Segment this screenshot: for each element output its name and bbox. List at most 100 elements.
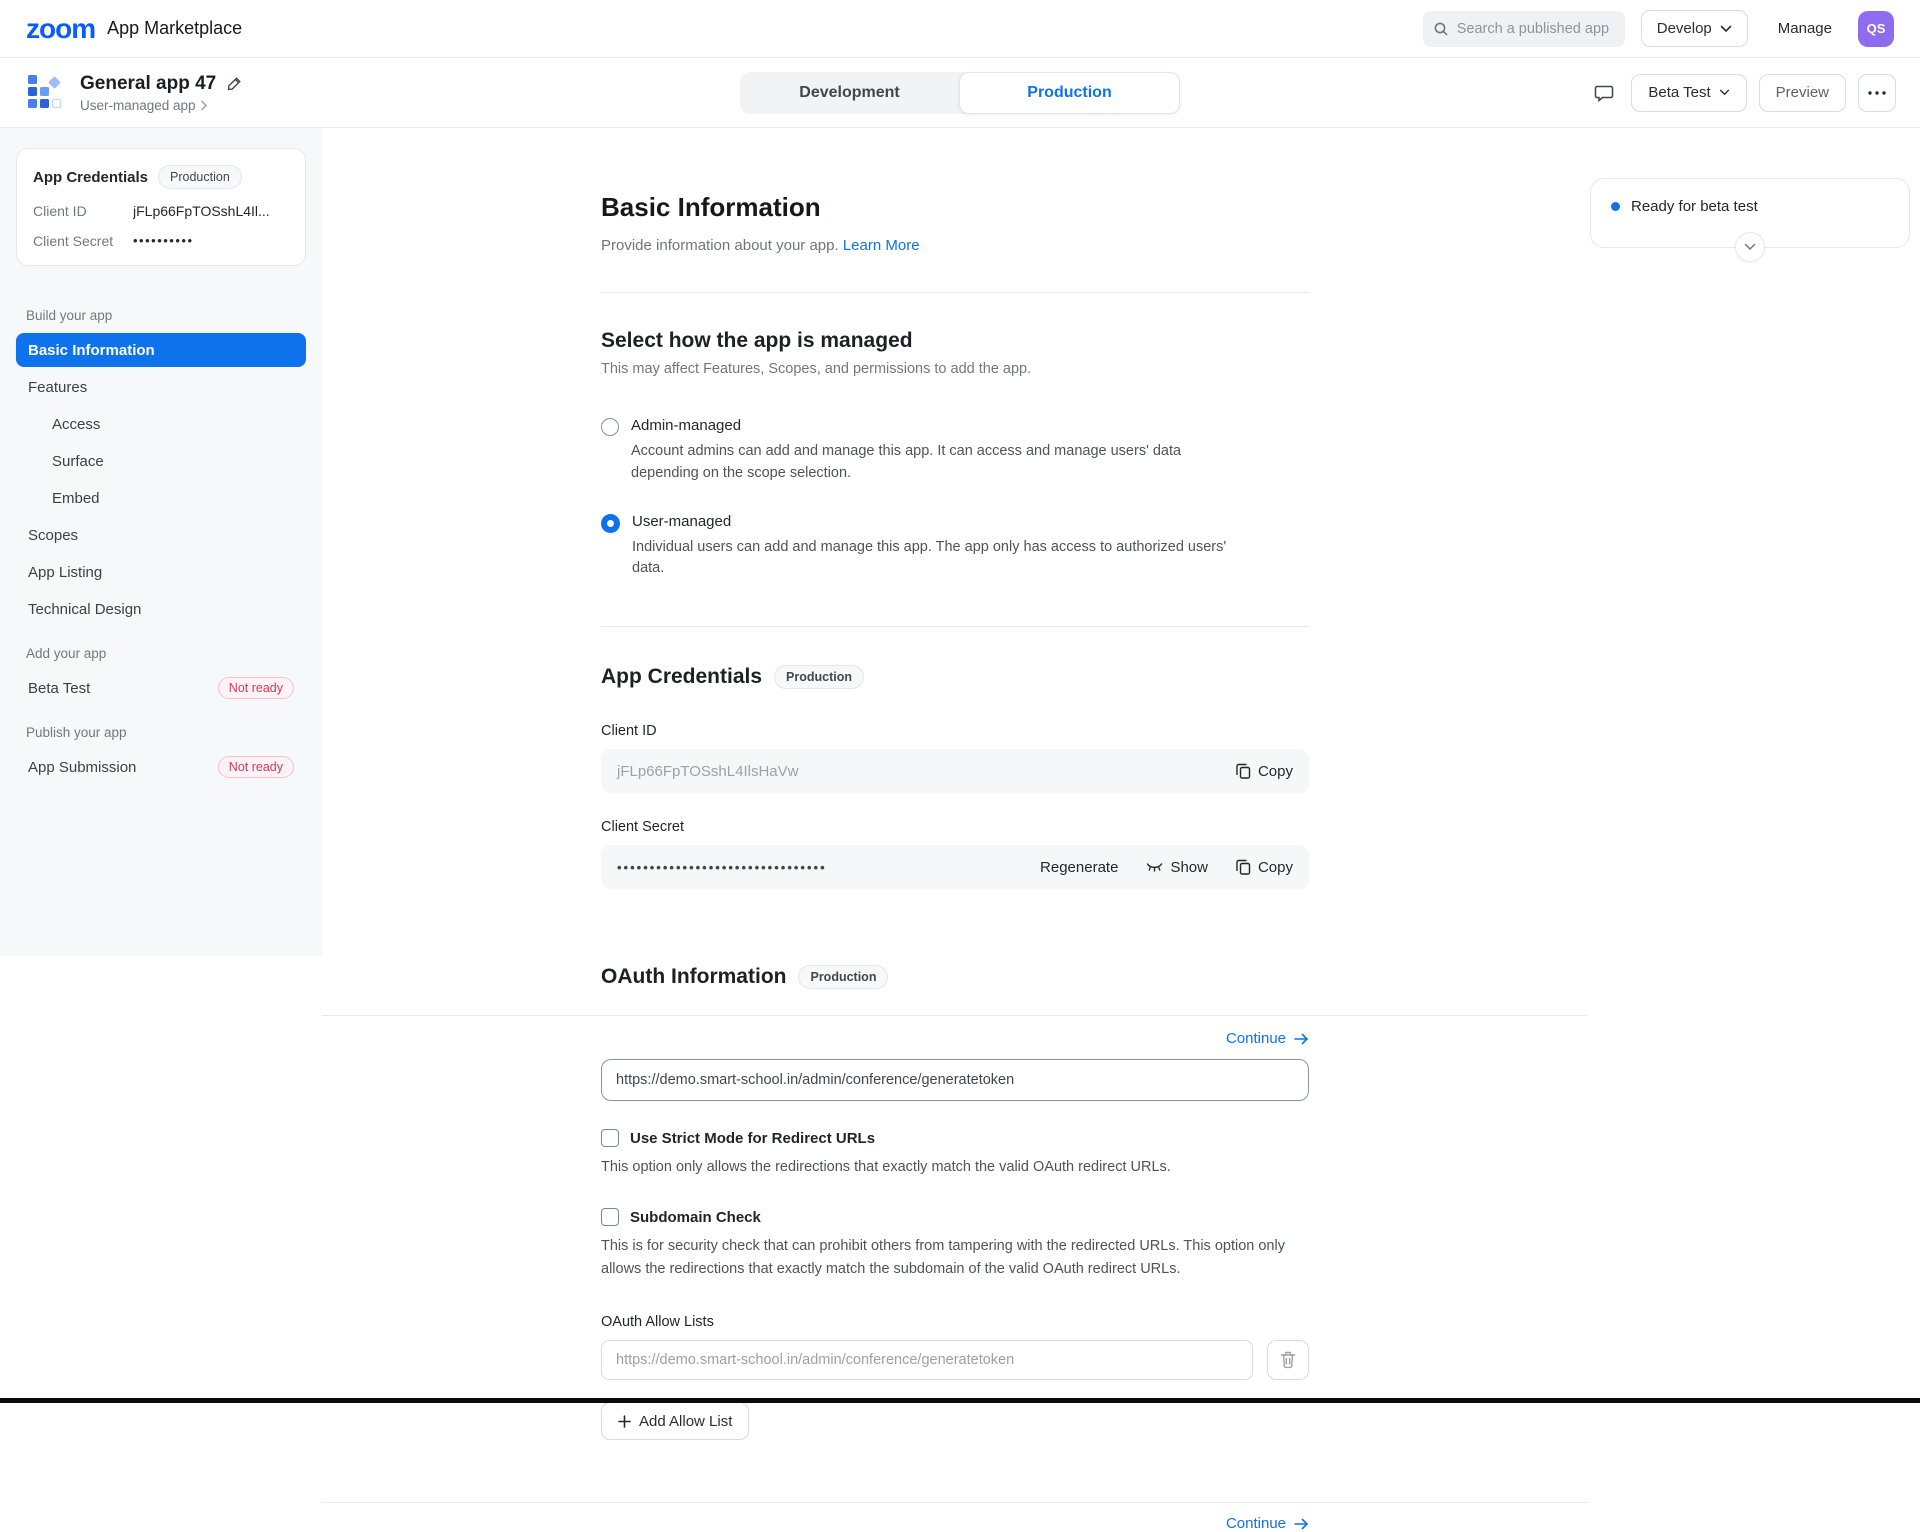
sidebar-client-secret-label: Client Secret xyxy=(33,233,133,249)
app-identity: General app 47 User-managed app xyxy=(24,72,243,114)
manage-link[interactable]: Manage xyxy=(1778,20,1832,37)
divider-full-width xyxy=(322,1502,1588,1503)
subdomain-checkbox[interactable] xyxy=(601,1208,619,1226)
trash-icon xyxy=(1280,1351,1296,1369)
strict-mode-row: Use Strict Mode for Redirect URLs xyxy=(601,1129,1309,1147)
arrow-right-icon xyxy=(1294,1518,1309,1530)
user-managed-option: User-managed Individual users can add an… xyxy=(601,513,1309,581)
sidebar-item-technical-design[interactable]: Technical Design xyxy=(16,592,306,626)
divider-full-width xyxy=(322,1015,1588,1016)
app-header-bar: General app 47 User-managed app Developm… xyxy=(0,58,1920,128)
delete-allow-list-button[interactable] xyxy=(1267,1340,1309,1380)
section-add-your-app: Add your app xyxy=(26,646,296,661)
credentials-production-badge: Production xyxy=(774,665,864,689)
user-managed-desc: Individual users can add and manage this… xyxy=(632,537,1252,581)
subdomain-label: Subdomain Check xyxy=(630,1209,761,1226)
oauth-production-badge: Production xyxy=(798,965,888,989)
managed-section-subtitle: This may affect Features, Scopes, and pe… xyxy=(601,361,1309,377)
learn-more-link[interactable]: Learn More xyxy=(843,237,920,254)
sidebar-item-basic-information[interactable]: Basic Information xyxy=(16,333,306,367)
chevron-down-icon xyxy=(1719,89,1730,96)
environment-tabs: Development Production xyxy=(740,72,1180,114)
credentials-section-title: App Credentials Production xyxy=(601,665,1309,689)
arrow-right-icon xyxy=(1294,1033,1309,1045)
sidebar-item-app-listing[interactable]: App Listing xyxy=(16,555,306,589)
continue-link-bottom[interactable]: Continue xyxy=(1226,1515,1309,1532)
sidebar-client-id-label: Client ID xyxy=(33,203,133,219)
user-managed-radio[interactable] xyxy=(601,514,620,533)
admin-managed-label: Admin-managed xyxy=(631,417,1251,434)
top-navbar: zoom App Marketplace Develop Manage QS xyxy=(0,0,1920,58)
app-marketplace-title: App Marketplace xyxy=(107,18,242,39)
search-icon xyxy=(1433,21,1449,37)
sidebar-credentials-title: App Credentials xyxy=(33,169,148,186)
client-id-field: jFLp66FpTOSshL4IlsHaVw Copy xyxy=(601,749,1309,793)
admin-managed-desc: Account admins can add and manage this a… xyxy=(631,441,1251,485)
search-input[interactable] xyxy=(1457,21,1617,37)
copy-client-id-button[interactable]: Copy xyxy=(1236,763,1293,780)
feedback-chat-button[interactable] xyxy=(1589,78,1619,108)
app-icon xyxy=(24,72,66,114)
sidebar-item-features[interactable]: Features xyxy=(16,370,306,404)
strict-mode-label: Use Strict Mode for Redirect URLs xyxy=(630,1130,875,1147)
continue-link-top[interactable]: Continue xyxy=(1226,1030,1309,1047)
regenerate-button[interactable]: Regenerate xyxy=(1040,859,1118,876)
admin-managed-radio[interactable] xyxy=(601,418,619,436)
status-dot xyxy=(1611,202,1620,211)
strict-mode-desc: This option only allows the redirections… xyxy=(601,1156,1291,1178)
sidebar: App Credentials Production Client ID jFL… xyxy=(0,128,322,956)
bottom-edge-bar xyxy=(0,1398,1920,1403)
oauth-section-title: OAuth Information Production xyxy=(601,965,1309,989)
sidebar-item-embed[interactable]: Embed xyxy=(16,481,306,515)
page-subtitle: Provide information about your app. Lear… xyxy=(601,237,1309,254)
divider xyxy=(601,626,1309,627)
sidebar-item-app-submission[interactable]: App Submission Not ready xyxy=(16,750,306,784)
more-options-button[interactable] xyxy=(1858,74,1896,112)
chevron-down-icon xyxy=(1720,25,1732,33)
plus-icon xyxy=(618,1415,631,1428)
preview-button[interactable]: Preview xyxy=(1759,74,1846,112)
search-box[interactable] xyxy=(1423,11,1625,47)
app-status-panel: Ready for beta test xyxy=(1590,178,1910,248)
expand-status-button[interactable] xyxy=(1735,232,1765,262)
chevron-down-icon xyxy=(1744,243,1756,251)
sidebar-item-access[interactable]: Access xyxy=(16,407,306,441)
copy-icon xyxy=(1236,859,1251,875)
app-type-breadcrumb[interactable]: User-managed app xyxy=(80,98,243,113)
client-id-label: Client ID xyxy=(601,723,1309,739)
oauth-allow-lists-label: OAuth Allow Lists xyxy=(601,1314,1309,1330)
develop-button[interactable]: Develop xyxy=(1641,10,1748,47)
client-secret-value: •••••••••••••••••••••••••••••••• xyxy=(617,860,827,875)
page-title: Basic Information xyxy=(601,128,1309,223)
add-allow-list-button[interactable]: Add Allow List xyxy=(601,1402,749,1440)
app-submission-status-badge: Not ready xyxy=(218,756,294,778)
strict-mode-checkbox[interactable] xyxy=(601,1129,619,1147)
main-content: Basic Information Provide information ab… xyxy=(322,128,1920,1532)
copy-icon xyxy=(1236,763,1251,779)
section-publish-your-app: Publish your app xyxy=(26,725,296,740)
tab-production[interactable]: Production xyxy=(959,72,1180,114)
sidebar-item-scopes[interactable]: Scopes xyxy=(16,518,306,552)
sidebar-credentials-card: App Credentials Production Client ID jFL… xyxy=(16,148,306,266)
sidebar-nav: Build your app Basic Information Feature… xyxy=(0,282,322,784)
tab-development[interactable]: Development xyxy=(740,72,959,114)
redirect-url-input[interactable] xyxy=(601,1059,1309,1101)
beta-test-status-badge: Not ready xyxy=(218,677,294,699)
sidebar-client-secret-value: •••••••••• xyxy=(133,233,194,249)
subdomain-check-row: Subdomain Check xyxy=(601,1208,1309,1226)
sidebar-item-surface[interactable]: Surface xyxy=(16,444,306,478)
eye-off-icon xyxy=(1146,861,1163,873)
user-avatar[interactable]: QS xyxy=(1858,11,1894,47)
subdomain-desc: This is for security check that can proh… xyxy=(601,1235,1291,1280)
zoom-logo[interactable]: zoom xyxy=(26,15,95,43)
sidebar-client-id-value: jFLp66FpTOSshL4Il... xyxy=(133,203,270,219)
edit-app-name-icon[interactable] xyxy=(226,75,243,92)
sidebar-item-beta-test[interactable]: Beta Test Not ready xyxy=(16,671,306,705)
divider xyxy=(601,292,1309,293)
show-secret-button[interactable]: Show xyxy=(1146,859,1208,876)
allow-list-input[interactable] xyxy=(601,1340,1253,1380)
status-text: Ready for beta test xyxy=(1631,198,1758,215)
beta-test-dropdown[interactable]: Beta Test xyxy=(1631,74,1746,112)
admin-managed-option: Admin-managed Account admins can add and… xyxy=(601,417,1309,485)
copy-client-secret-button[interactable]: Copy xyxy=(1236,859,1293,876)
